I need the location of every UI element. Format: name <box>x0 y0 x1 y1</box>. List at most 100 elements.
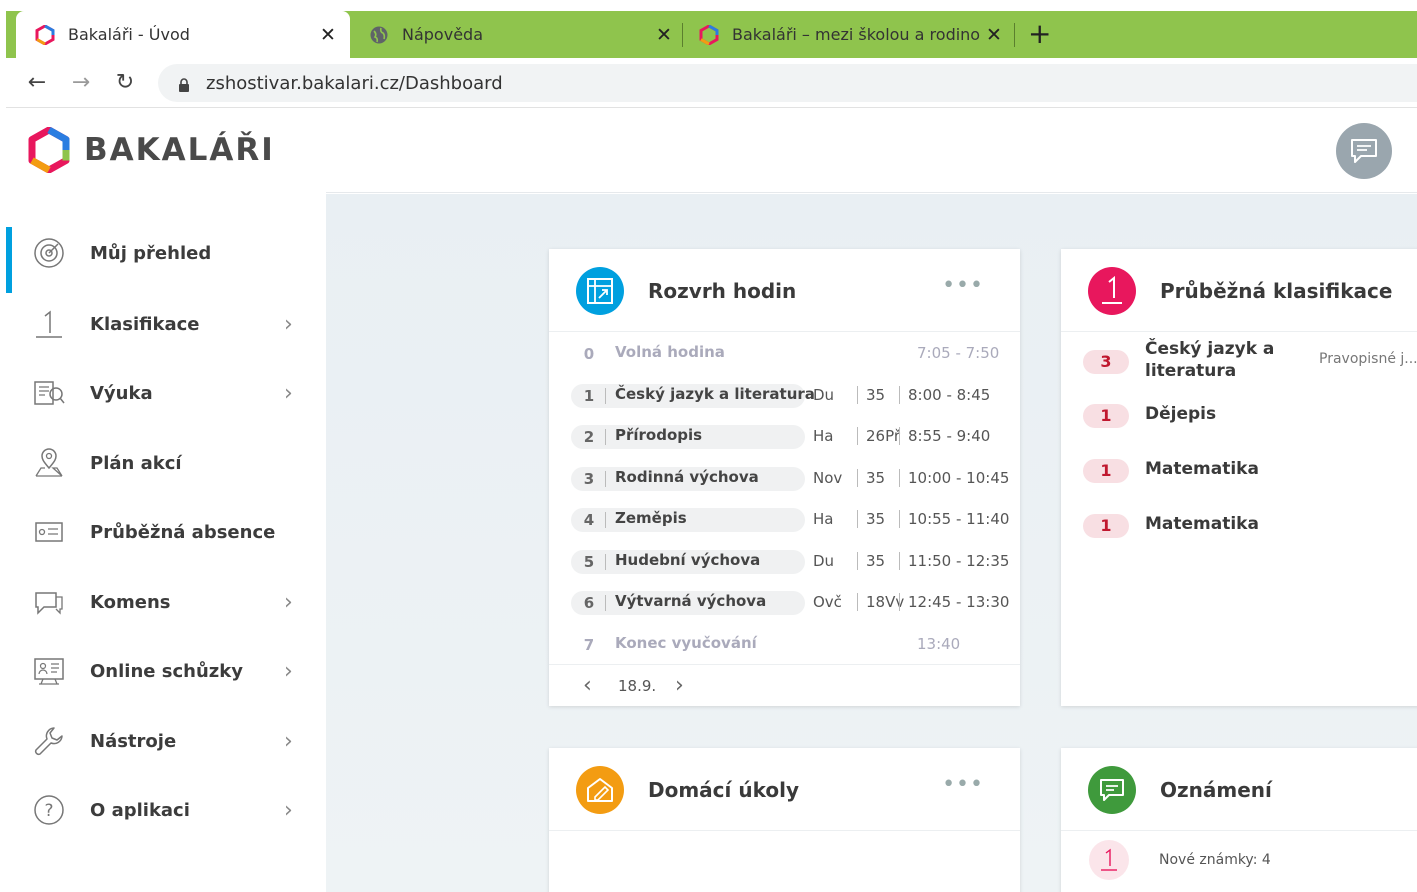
lesson-number: 6 <box>583 594 595 612</box>
card-header: Oznámení <box>1061 748 1417 831</box>
sidebar-item-online-schuzky[interactable]: Online schůzky › <box>6 641 326 701</box>
lesson-number: 4 <box>583 511 595 529</box>
lesson-teacher: Du <box>813 552 835 570</box>
lesson-subject: Zeměpis <box>615 509 687 527</box>
lesson-time: 10:00 - 10:45 <box>899 469 1009 487</box>
schedule-card: Rozvrh hodin ••• 0 Volná hodina 7:05 - 7… <box>549 249 1020 706</box>
browser-tab-2[interactable]: Nápověda ✕ <box>356 11 686 58</box>
card-header: Průběžná klasifikace <box>1061 249 1417 332</box>
sidebar-item-nastroje[interactable]: Nástroje › <box>6 711 326 771</box>
svg-text:?: ? <box>44 801 53 821</box>
lesson-time: 8:55 - 9:40 <box>899 427 990 445</box>
grade-subject: Matematika <box>1145 514 1259 534</box>
chat-icon <box>1351 139 1377 163</box>
sidebar-item-muj-prehled[interactable]: Můj přehled <box>6 223 326 293</box>
schedule-date: 18.9. <box>618 677 657 695</box>
close-tab-icon[interactable]: ✕ <box>650 24 678 46</box>
notices-card: Oznámení Nové známky: 4 <box>1061 748 1417 892</box>
lesson-subject: Rodinná výchova <box>615 468 759 486</box>
sidebar-item-label: Komens <box>90 591 171 613</box>
chevron-right-icon: › <box>284 311 293 337</box>
tab-separator <box>682 23 683 47</box>
lesson-number: 3 <box>583 470 595 488</box>
sidebar-item-label: Můj přehled <box>90 242 212 264</box>
chat-button[interactable] <box>1336 123 1392 179</box>
url-text: zshostivar.bakalari.cz/Dashboard <box>206 72 503 94</box>
sidebar: BAKALÁŘI Můj přehled Klasifikace › Výuka… <box>6 109 326 892</box>
sidebar-item-klasifikace[interactable]: Klasifikace › <box>6 294 326 354</box>
grade-row[interactable]: 1 Matematika <box>1061 445 1417 501</box>
forward-arrow-icon[interactable]: → <box>68 70 94 95</box>
more-icon[interactable]: ••• <box>942 273 984 298</box>
back-arrow-icon[interactable]: ← <box>24 70 50 95</box>
lesson-teacher: Ha <box>813 427 834 445</box>
sidebar-item-label: Výuka <box>90 382 153 404</box>
grade-subject: Dějepis <box>1145 404 1217 424</box>
sidebar-item-prubezna-absence[interactable]: Průběžná absence <box>6 502 326 562</box>
browser-tabbar: Bakaláři - Úvod ✕ Nápověda ✕ Bakaláři – … <box>6 11 1417 58</box>
notice-text: Nové známky: 4 <box>1159 852 1271 868</box>
grade-row[interactable]: 1 Matematika <box>1061 500 1417 556</box>
chevron-right-icon[interactable]: › <box>675 673 684 698</box>
bakalari-logo-icon <box>28 127 70 173</box>
lesson-room: 35 <box>857 469 885 487</box>
chevron-left-icon[interactable]: ‹ <box>583 673 592 698</box>
grade-subject: Matematika <box>1145 459 1259 479</box>
lesson-teacher: Nov <box>813 469 843 487</box>
browser-tab-3[interactable]: Bakaláři – mezi školou a rodinou ✕ <box>686 11 1016 58</box>
tab-title: Nápověda <box>402 25 483 44</box>
lesson-time: 10:55 - 11:40 <box>899 510 1009 528</box>
lesson-number: 2 <box>583 428 595 446</box>
card-title: Domácí úkoly <box>648 778 799 802</box>
grade-badge: 1 <box>1083 514 1129 538</box>
grade-badge: 1 <box>1083 459 1129 483</box>
browser-tab-1[interactable]: Bakaláři - Úvod ✕ <box>16 11 350 58</box>
lesson-number: 7 <box>583 636 595 654</box>
sidebar-item-o-aplikaci[interactable]: ? O aplikaci › <box>6 780 326 840</box>
schedule-row[interactable]: 6 Výtvarná výchova Ovč 18Vv 12:45 - 13:3… <box>549 581 1020 623</box>
lesson-teacher: Du <box>813 386 835 404</box>
lesson-subject: Hudební výchova <box>615 551 761 569</box>
lesson-time: 13:40 <box>917 635 961 653</box>
sidebar-item-label: Klasifikace <box>90 313 200 335</box>
absence-icon <box>32 515 66 549</box>
new-tab-button[interactable]: + <box>1028 17 1051 50</box>
card-title: Průběžná klasifikace <box>1160 279 1393 303</box>
schedule-row[interactable]: 2 Přírodopis Ha 26Př 8:55 - 9:40 <box>549 415 1020 457</box>
grades-card: Průběžná klasifikace 3 Český jazyk a lit… <box>1061 249 1417 706</box>
grade-subject: Český jazyk a literatura <box>1145 339 1275 381</box>
url-field[interactable]: zshostivar.bakalari.cz/Dashboard <box>158 64 1417 102</box>
chevron-right-icon: › <box>284 658 293 684</box>
bakalari-favicon-icon <box>698 24 720 46</box>
schedule-row[interactable]: 3 Rodinná výchova Nov 35 10:00 - 10:45 <box>549 457 1020 499</box>
notice-row[interactable]: Nové známky: 4 <box>1061 832 1417 886</box>
schedule-row[interactable]: 4 Zeměpis Ha 35 10:55 - 11:40 <box>549 498 1020 540</box>
homework-icon <box>576 766 624 814</box>
more-icon[interactable]: ••• <box>942 772 984 797</box>
sidebar-item-vyuka[interactable]: Výuka › <box>6 363 326 423</box>
grade-row[interactable]: 3 Český jazyk a literatura Pravopisné j.… <box>1061 333 1417 389</box>
lesson-number: 1 <box>583 387 595 405</box>
grade-icon <box>1088 267 1136 315</box>
grade-note: Pravopisné j... <box>1319 351 1417 367</box>
grade-badge: 3 <box>1083 350 1129 374</box>
schedule-row[interactable]: 1 Český jazyk a literatura Du 35 8:00 - … <box>549 374 1020 416</box>
lesson-subject: Volná hodina <box>615 343 725 361</box>
reload-icon[interactable]: ↻ <box>112 70 138 95</box>
sidebar-item-komens[interactable]: Komens › <box>6 572 326 632</box>
meeting-icon <box>32 654 66 688</box>
dashboard-content: Rozvrh hodin ••• 0 Volná hodina 7:05 - 7… <box>326 194 1417 892</box>
grade-row[interactable]: 1 Dějepis <box>1061 389 1417 445</box>
card-header: Domácí úkoly ••• <box>549 748 1020 831</box>
close-tab-icon[interactable]: ✕ <box>314 24 342 46</box>
lesson-subject: Český jazyk a literatura <box>615 385 815 403</box>
browser-address-bar: ← → ↻ zshostivar.bakalari.cz/Dashboard <box>6 58 1417 108</box>
lesson-subject: Konec vyučování <box>615 634 757 652</box>
messages-icon <box>32 585 66 619</box>
schedule-row[interactable]: 5 Hudební výchova Du 35 11:50 - 12:35 <box>549 540 1020 582</box>
logo[interactable]: BAKALÁŘI <box>28 127 275 173</box>
sidebar-item-plan-akci[interactable]: Plán akcí <box>6 433 326 493</box>
sidebar-item-label: Online schůzky <box>90 660 243 682</box>
schedule-row: 0 Volná hodina 7:05 - 7:50 <box>549 332 1020 374</box>
close-tab-icon[interactable]: ✕ <box>980 24 1008 46</box>
